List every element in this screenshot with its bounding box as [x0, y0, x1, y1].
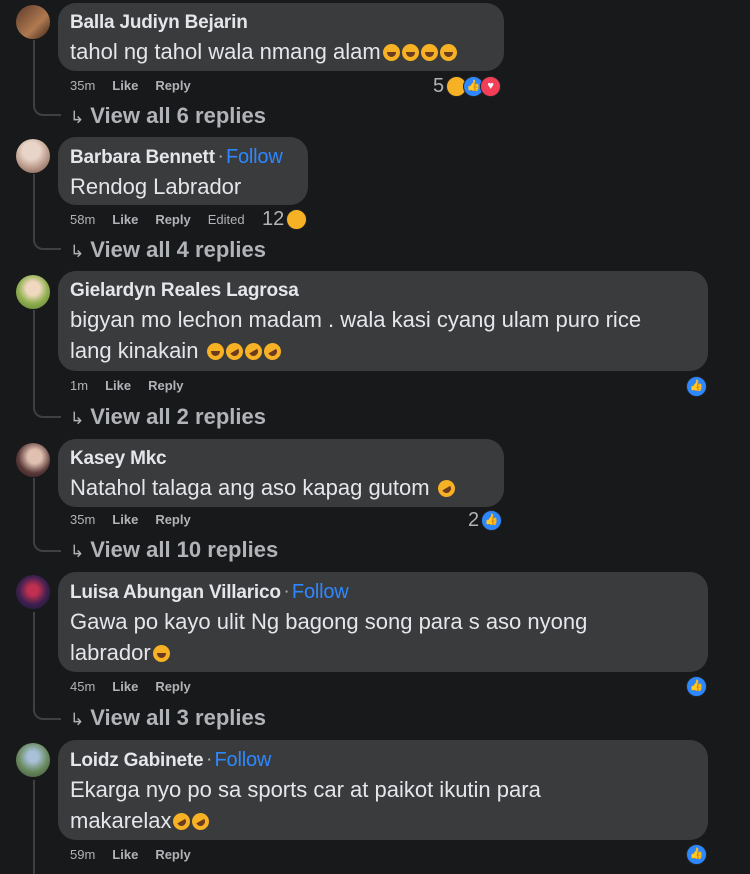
- avatar[interactable]: [16, 743, 50, 777]
- reaction-summary[interactable]: 2 👍: [468, 509, 503, 532]
- comment-bubble: Barbara Bennett · Follow Rendog Labrador: [58, 137, 308, 205]
- comment-time[interactable]: 1m: [70, 378, 88, 393]
- like-button[interactable]: Like: [105, 378, 131, 393]
- comment-text: bigyan mo lechon madam . wala kasi cyang…: [70, 307, 642, 364]
- like-button[interactable]: Like: [112, 212, 138, 227]
- haha-emoji-icon: [152, 645, 170, 662]
- comment-bubble: Gielardyn Reales Lagrosa bigyan mo lecho…: [58, 271, 708, 371]
- rofl-emoji-icon: [434, 476, 458, 501]
- comment-actions: 45m Like Reply: [70, 679, 191, 694]
- reaction-count: 5: [433, 75, 445, 97]
- reaction-count: 12: [262, 208, 285, 230]
- like-button[interactable]: Like: [112, 847, 138, 862]
- reaction-summary[interactable]: 👍: [686, 844, 707, 865]
- comment-time[interactable]: 59m: [70, 847, 95, 862]
- comment-text: Ekarga nyo po sa sports car at paikot ik…: [70, 777, 541, 834]
- commenter-name[interactable]: Gielardyn Reales Lagrosa: [70, 280, 696, 302]
- commenter-name[interactable]: Barbara Bennett · Follow: [70, 146, 296, 169]
- haha-reaction-icon: [286, 209, 308, 230]
- comment-bubble: Loidz Gabinete · Follow Ekarga nyo po sa s…: [58, 740, 708, 840]
- comment-time[interactable]: 35m: [70, 78, 95, 93]
- rofl-emoji-icon: [170, 808, 213, 834]
- view-replies-link[interactable]: ↳ View all 6 replies: [70, 103, 266, 129]
- like-reaction-icon: 👍: [481, 510, 503, 531]
- thread-hook: [33, 540, 61, 552]
- reply-arrow-icon: ↳: [70, 242, 85, 261]
- love-reaction-icon: ♥: [480, 76, 502, 97]
- commenter-name[interactable]: Kasey Mkc: [70, 448, 492, 470]
- reply-arrow-icon: ↳: [70, 710, 85, 729]
- thread-line: [33, 174, 35, 238]
- reply-button[interactable]: Reply: [155, 847, 190, 862]
- commenter-name[interactable]: Balla Judiyn Bejarin: [70, 12, 492, 34]
- thread-line: [33, 612, 35, 712]
- edited-label: Edited: [207, 212, 245, 227]
- view-replies-link[interactable]: ↳ View all 2 replies: [70, 404, 266, 430]
- thread-line: [33, 310, 35, 408]
- like-reaction-icon: 👍: [686, 376, 707, 397]
- like-button[interactable]: Like: [112, 679, 138, 694]
- comment-text: tahol ng tahol wala nmang alam: [70, 36, 492, 67]
- comment-actions: 35m Like Reply: [70, 78, 191, 93]
- follow-link[interactable]: Follow: [226, 146, 283, 168]
- like-reaction-icon: 👍: [686, 676, 707, 697]
- thread-hook: [33, 238, 61, 250]
- thread-line: [33, 780, 35, 874]
- avatar[interactable]: [16, 275, 50, 309]
- reaction-count: 2: [468, 509, 480, 531]
- comment-actions: 58m Like Reply Edited: [70, 212, 245, 227]
- reply-button[interactable]: Reply: [155, 212, 190, 227]
- comment-actions: 59m Like Reply: [70, 847, 191, 862]
- commenter-name[interactable]: Luisa Abungan Villarico · Follow: [70, 581, 696, 604]
- comment-time[interactable]: 45m: [70, 679, 95, 694]
- reaction-summary[interactable]: 12: [262, 208, 308, 231]
- comment-text: Gawa po kayo ulit Ng bagong song para s …: [70, 609, 588, 665]
- like-reaction-icon: 👍: [686, 844, 707, 865]
- comment-time[interactable]: 35m: [70, 512, 95, 527]
- like-button[interactable]: Like: [112, 512, 138, 527]
- comment-bubble: Balla Judiyn Bejarin tahol ng tahol wala…: [58, 3, 504, 71]
- reaction-summary[interactable]: 👍: [686, 676, 707, 697]
- comment-actions: 1m Like Reply: [70, 378, 183, 393]
- reply-arrow-icon: ↳: [70, 409, 85, 428]
- commenter-name[interactable]: Loidz Gabinete · Follow: [70, 749, 696, 772]
- comment-bubble: Kasey Mkc Natahol talaga ang aso kapag g…: [58, 439, 504, 507]
- comment-text: Natahol talaga ang aso kapag gutom: [70, 472, 492, 503]
- reply-arrow-icon: ↳: [70, 108, 85, 127]
- reply-arrow-icon: ↳: [70, 542, 85, 561]
- comment-text: Rendog Labrador: [70, 174, 242, 199]
- reply-button[interactable]: Reply: [155, 512, 190, 527]
- reply-button[interactable]: Reply: [148, 378, 183, 393]
- thread-hook: [33, 406, 61, 418]
- follow-link[interactable]: Follow: [215, 749, 272, 771]
- comment-bubble: Luisa Abungan Villarico · Follow Gawa po k…: [58, 572, 708, 672]
- like-button[interactable]: Like: [112, 78, 138, 93]
- comment-actions: 35m Like Reply: [70, 512, 191, 527]
- view-replies-link[interactable]: ↳ View all 10 replies: [70, 537, 278, 563]
- avatar[interactable]: [16, 443, 50, 477]
- thread-hook: [33, 104, 61, 116]
- avatar[interactable]: [16, 139, 50, 173]
- reply-button[interactable]: Reply: [155, 679, 190, 694]
- thread-line: [33, 478, 35, 542]
- reply-button[interactable]: Reply: [155, 78, 190, 93]
- reaction-summary[interactable]: 👍: [686, 376, 707, 397]
- haha-emoji-icon: [381, 39, 457, 64]
- laughing-emoji-icon: [205, 338, 284, 364]
- thread-hook: [33, 708, 61, 720]
- reaction-summary[interactable]: 5 👍 ♥: [433, 75, 502, 98]
- comment-time[interactable]: 58m: [70, 212, 95, 227]
- view-replies-link[interactable]: ↳ View all 3 replies: [70, 705, 266, 731]
- thread-line: [33, 40, 35, 104]
- view-replies-link[interactable]: ↳ View all 4 replies: [70, 237, 266, 263]
- follow-link[interactable]: Follow: [292, 581, 349, 603]
- avatar[interactable]: [16, 5, 50, 39]
- avatar[interactable]: [16, 575, 50, 609]
